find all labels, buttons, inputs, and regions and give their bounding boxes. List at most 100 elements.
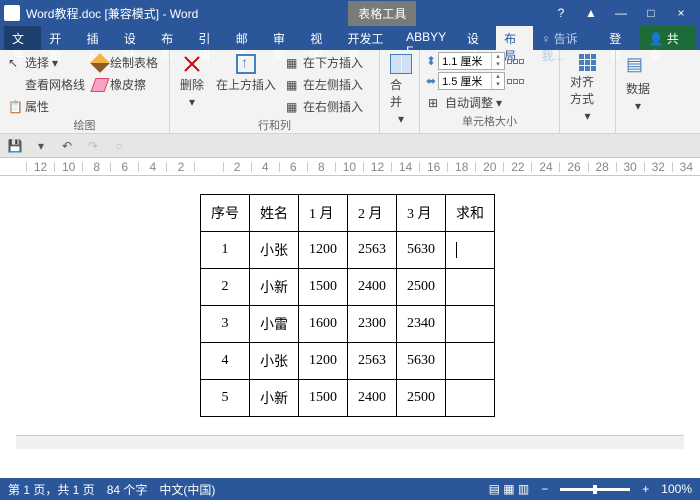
tab-references[interactable]: 引用 [190,26,227,50]
table-cell[interactable]: 2500 [397,380,446,417]
table-cell[interactable]: 1200 [299,232,348,269]
table-cell[interactable] [446,306,495,343]
tab-review[interactable]: 审阅 [265,26,302,50]
table-cell[interactable]: 2563 [348,232,397,269]
tell-me[interactable]: ♀ 告诉我... [533,26,601,50]
table-cell[interactable]: 小张 [250,232,299,269]
table-cell[interactable]: 2340 [397,306,446,343]
minimize-button[interactable]: — [606,0,636,26]
spin-down-icon[interactable]: ▾ [492,61,504,69]
table-cell[interactable]: 4 [201,343,250,380]
select-button[interactable]: ↖选择▾ [6,52,87,73]
table-cell[interactable]: 小新 [250,269,299,306]
language-indicator[interactable]: 中文(中国) [159,481,215,498]
col-width-input[interactable]: ▴▾ [438,72,505,90]
insert-below-button[interactable]: ▦在下方插入 [284,52,365,73]
table-header-cell[interactable]: 姓名 [250,195,299,232]
table-cell[interactable] [446,380,495,417]
tab-home[interactable]: 开始 [41,26,78,50]
redo-button[interactable]: ↷ [84,137,102,155]
horizontal-ruler[interactable]: 12108642246810121416182022242628303234 [0,158,700,176]
tab-table-layout[interactable]: 布局 [496,26,533,50]
zoom-level[interactable]: 100% [661,482,692,496]
spin-up-icon[interactable]: ▴ [492,73,504,81]
share-button[interactable]: 👤 共享 [639,26,697,50]
table-cell[interactable]: 1600 [299,306,348,343]
table-cell[interactable]: 小新 [250,380,299,417]
repeat-button[interactable]: ○ [110,137,128,155]
tab-layout[interactable]: 布局 [153,26,190,50]
spin-down-icon[interactable]: ▾ [492,81,504,89]
spin-up-icon[interactable]: ▴ [492,53,504,61]
table-cell[interactable]: 5 [201,380,250,417]
zoom-slider[interactable] [560,488,630,491]
table-cell[interactable]: 小雷 [250,306,299,343]
data-table[interactable]: 序号姓名1 月2 月3 月求和 1小张1200256356302小新150024… [200,194,495,417]
zoom-out-button[interactable]: − [541,482,548,496]
row-height-value[interactable] [439,55,491,67]
table-header-cell[interactable]: 1 月 [299,195,348,232]
tab-abbyy[interactable]: ABBYY F [398,26,459,50]
tab-insert[interactable]: 插入 [79,26,116,50]
tab-table-design[interactable]: 设计 [459,26,496,50]
delete-button[interactable]: 删除▾ [176,52,208,111]
tab-view[interactable]: 视图 [302,26,339,50]
eraser-label: 橡皮擦 [110,76,146,93]
insert-above-button[interactable]: 在上方插入 [212,52,280,95]
horizontal-scrollbar[interactable] [16,435,684,449]
table-cell[interactable]: 1500 [299,380,348,417]
table-header-cell[interactable]: 序号 [201,195,250,232]
login-button[interactable]: 登录 [601,26,638,50]
table-cell[interactable]: 2400 [348,380,397,417]
close-button[interactable]: × [666,0,696,26]
eraser-button[interactable]: 橡皮擦 [91,74,160,95]
distribute-rows-button[interactable] [507,59,524,64]
insert-right-button[interactable]: ▦在右侧插入 [284,96,365,117]
insert-left-button[interactable]: ▦在左侧插入 [284,74,365,95]
tab-file[interactable]: 文件 [4,26,41,50]
table-cell[interactable]: 2500 [397,269,446,306]
row-height-input[interactable]: ▴▾ [438,52,505,70]
merge-button[interactable]: 合并▾ [386,52,416,128]
table-cell[interactable] [446,232,495,269]
zoom-in-button[interactable]: + [642,482,649,496]
table-cell[interactable]: 5630 [397,343,446,380]
maximize-button[interactable]: □ [636,0,666,26]
tab-design[interactable]: 设计 [116,26,153,50]
table-cell[interactable]: 1200 [299,343,348,380]
properties-button[interactable]: 📋属性 [6,96,87,117]
table-cell[interactable]: 3 [201,306,250,343]
table-cell[interactable] [446,269,495,306]
table-header-cell[interactable]: 2 月 [348,195,397,232]
group-label-merge [386,129,413,131]
undo-button[interactable]: ↶ [58,137,76,155]
table-cell[interactable] [446,343,495,380]
document-area[interactable]: 序号姓名1 月2 月3 月求和 1小张1200256356302小新150024… [0,176,700,476]
draw-table-button[interactable]: 绘制表格 [91,52,160,73]
view-gridlines-button[interactable]: 查看网格线 [6,74,87,95]
tab-mailings[interactable]: 邮件 [228,26,265,50]
qat-dropdown[interactable]: ▾ [32,137,50,155]
distribute-cols-button[interactable] [507,79,524,84]
alignment-button[interactable]: 对齐方式▾ [566,52,609,125]
data-button[interactable]: ▤数据▾ [622,52,654,115]
autofit-button[interactable]: ⊞自动调整▾ [426,92,524,113]
table-cell[interactable]: 小张 [250,343,299,380]
table-cell[interactable]: 2400 [348,269,397,306]
tab-developer[interactable]: 开发工具 [340,26,399,50]
table-cell[interactable]: 2 [201,269,250,306]
table-cell[interactable]: 2300 [348,306,397,343]
table-cell[interactable]: 1 [201,232,250,269]
table-header-cell[interactable]: 3 月 [397,195,446,232]
table-cell[interactable]: 5630 [397,232,446,269]
table-cell[interactable]: 1500 [299,269,348,306]
word-count[interactable]: 84 个字 [107,481,148,498]
page-indicator[interactable]: 第 1 页，共 1 页 [8,481,95,498]
table-header-cell[interactable]: 求和 [446,195,495,232]
save-button[interactable]: 💾 [6,137,24,155]
col-width-value[interactable] [439,75,491,87]
table-cell[interactable]: 2563 [348,343,397,380]
ribbon-toggle-icon[interactable]: ▲ [576,0,606,26]
help-icon[interactable]: ? [546,0,576,26]
view-buttons[interactable]: ▤ ▦ ▥ [489,482,530,496]
